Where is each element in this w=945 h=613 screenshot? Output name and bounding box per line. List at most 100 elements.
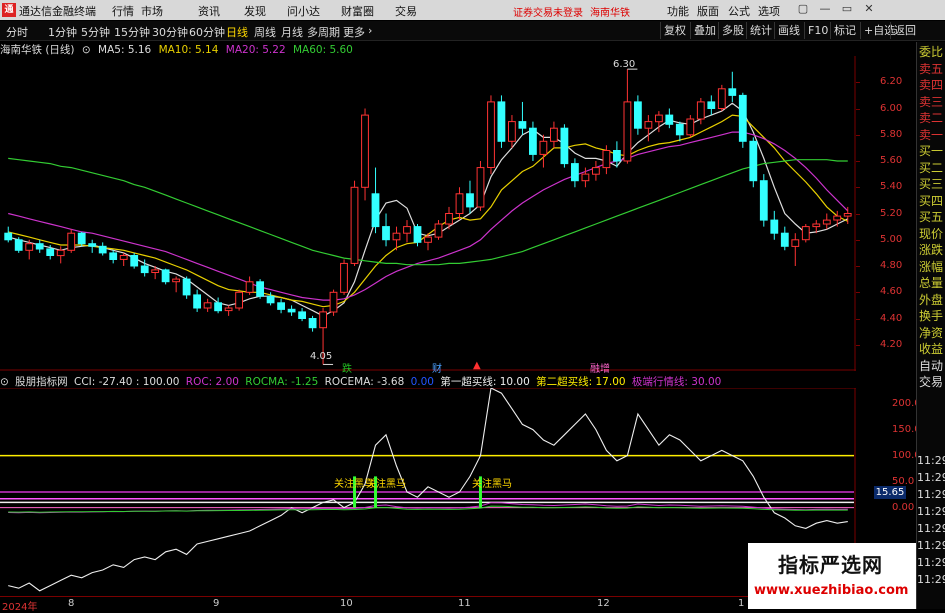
roc-label: ROC: 2.00	[185, 376, 239, 388]
candle-up	[644, 121, 653, 129]
stock-name-label: 海南华铁 (日线)	[0, 44, 75, 56]
candle-up	[445, 213, 453, 225]
candle-up	[623, 101, 632, 162]
period-multi[interactable]: 多周期	[307, 24, 340, 40]
restore-icon[interactable]: ▢	[796, 2, 810, 16]
menu-options[interactable]: 选项	[758, 3, 780, 19]
sidebar-time: 11:29	[917, 522, 945, 535]
menu-functions[interactable]: 功能	[667, 3, 689, 19]
price-tick-mark	[856, 82, 860, 84]
menu-formula[interactable]: 公式	[728, 3, 750, 19]
price-tick-mark	[856, 318, 860, 320]
candle-down	[560, 127, 569, 165]
candle-down	[497, 101, 506, 142]
menu-discover[interactable]: 发现	[244, 3, 266, 19]
period-1min[interactable]: 1分钟	[48, 24, 77, 40]
price-tick-mark	[856, 292, 860, 294]
date-month-label: 10	[340, 598, 353, 609]
candle-up	[361, 114, 369, 188]
period-15min[interactable]: 15分钟	[114, 24, 150, 40]
candle-up	[67, 232, 76, 251]
menu-news[interactable]: 资讯	[198, 3, 220, 19]
menu-wealth[interactable]: 财富圈	[341, 3, 374, 19]
date-month-label: 1	[738, 598, 745, 609]
candle-up	[172, 278, 180, 283]
candle-down	[529, 127, 537, 155]
marker-drop: 跌	[342, 364, 352, 375]
candle-up	[476, 167, 485, 208]
candle-up	[686, 118, 695, 136]
indicator-chart[interactable]	[0, 388, 856, 596]
candle-up	[329, 291, 338, 313]
price-tick-label: 5.00	[880, 233, 903, 245]
indicator-info-line: ⊙ 股朋指标网 CCI: -27.40 : 100.00 ROC: 2.00 R…	[0, 374, 724, 388]
main-info-line: 海南华铁 (日线) ⊙ MA5: 5.16 MA10: 5.14 MA20: 5…	[0, 42, 357, 56]
candle-down	[298, 311, 307, 319]
menu-quotes[interactable]: 行情	[112, 3, 134, 19]
main-settings-icon[interactable]: ⊙	[82, 44, 91, 56]
candle-down	[46, 248, 55, 256]
f10-button[interactable]: F10	[804, 22, 831, 39]
period-30min[interactable]: 30分钟	[152, 24, 188, 40]
candle-down	[88, 243, 97, 247]
draw-line-button[interactable]: 画线	[774, 22, 803, 39]
maximize-icon[interactable]: ▭	[840, 2, 854, 16]
sidebar-label: 净资	[919, 325, 944, 340]
minimize-icon[interactable]: —	[818, 2, 832, 16]
period-weekly[interactable]: 周线	[254, 24, 276, 40]
candle-up	[224, 307, 233, 312]
candle-down	[35, 243, 44, 250]
period-monthly[interactable]: 月线	[281, 24, 303, 40]
period-5min[interactable]: 5分钟	[81, 24, 110, 40]
sidebar-label: 卖三	[919, 94, 944, 109]
adjust-button[interactable]: 复权	[660, 22, 689, 39]
candle-down	[770, 219, 779, 234]
candle-down	[109, 252, 118, 260]
ma10-label: MA10: 5.14	[158, 44, 219, 56]
overlay-button[interactable]: 叠加	[690, 22, 719, 39]
close-icon[interactable]: ✕	[862, 2, 876, 16]
indicator-settings-icon[interactable]: ⊙	[0, 376, 9, 388]
period-daily[interactable]: 日线	[226, 24, 248, 40]
period-60min[interactable]: 60分钟	[189, 24, 225, 40]
candle-up	[822, 219, 831, 225]
sidebar-time: 11:29	[917, 573, 945, 586]
menu-layout[interactable]: 版面	[697, 3, 719, 19]
menu-trade[interactable]: 交易	[395, 3, 417, 19]
date-year-label: 2024年	[2, 602, 38, 613]
multi-stock-button[interactable]: 多股	[718, 22, 747, 39]
overbought-line1-label: 第一超买线: 10.00	[440, 376, 530, 388]
candle-up	[717, 88, 726, 109]
cci-label: CCI: -27.40 : 100.00	[74, 376, 180, 388]
price-tick-mark	[856, 213, 860, 215]
candle-down	[780, 232, 789, 247]
price-tick-mark	[856, 266, 860, 267]
sidebar-label: 卖二	[919, 111, 944, 125]
sidebar-time: 11:29	[917, 471, 945, 484]
stats-button[interactable]: 统计	[746, 22, 775, 39]
sidebar-label: 委比	[919, 45, 944, 59]
candle-down	[14, 239, 23, 251]
period-intraday[interactable]: 分时	[6, 24, 28, 40]
blue-value-label: 0.00	[410, 376, 434, 388]
menu-market[interactable]: 市场	[141, 3, 163, 19]
mark-button[interactable]: 标记	[830, 22, 859, 39]
candle-up	[602, 150, 611, 169]
price-tick-label: 6.20	[880, 76, 903, 88]
sidebar-label: 买二	[919, 160, 944, 175]
candle-down	[738, 94, 747, 142]
login-warning[interactable]: 证券交易未登录	[513, 4, 583, 19]
candle-up	[56, 249, 65, 257]
candlestick-chart[interactable]	[0, 56, 856, 371]
back-button[interactable]: 返回	[890, 22, 919, 39]
chevron-right-icon[interactable]: ›	[368, 24, 372, 37]
period-more[interactable]: 更多	[343, 24, 365, 40]
price-tick-mark	[856, 344, 860, 346]
menu-ask[interactable]: 问小达	[287, 3, 320, 19]
high-price-label: 6.30	[613, 59, 636, 70]
candle-up	[581, 173, 590, 182]
candle-up	[791, 239, 800, 247]
chart-background	[0, 56, 856, 371]
price-tick-label: 4.80	[880, 260, 903, 271]
candle-up	[350, 186, 359, 264]
